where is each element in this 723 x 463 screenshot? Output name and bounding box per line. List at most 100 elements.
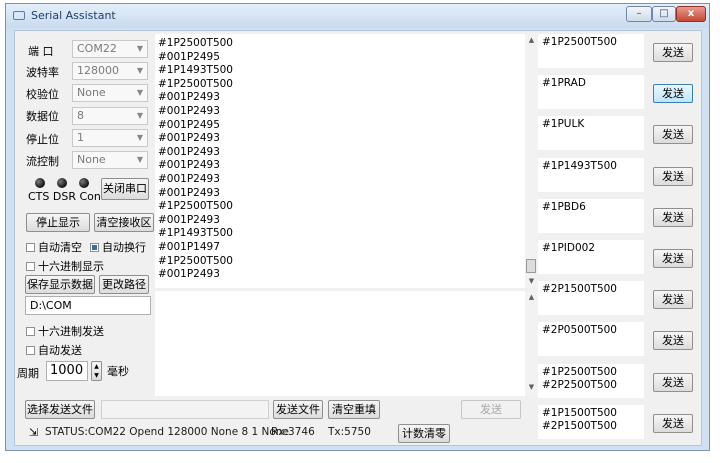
stopbits-select[interactable]: 1 ▼ <box>72 129 148 147</box>
count-reset-button[interactable]: 计数清零 <box>398 424 450 443</box>
command-field[interactable]: #1P2500T500 #2P2500T500 <box>538 363 644 398</box>
command-send-button[interactable]: 发送 <box>653 166 693 186</box>
scroll-thumb[interactable] <box>526 259 536 273</box>
status-text: STATUS:COM22 Opend 128000 None 8 1 None <box>45 426 289 438</box>
stop-display-button[interactable]: 停止显示 <box>26 213 90 232</box>
command-field[interactable]: #1P2500T500 <box>538 34 644 68</box>
command-send-button[interactable]: 发送 <box>653 207 693 227</box>
send-button[interactable]: 发送 <box>461 400 521 419</box>
receive-line: #1P1493T500 <box>158 64 233 77</box>
command-send-button[interactable]: 发送 <box>653 413 693 433</box>
command-field[interactable]: #1PULK <box>538 116 644 151</box>
command-send-button[interactable]: 发送 <box>653 43 693 62</box>
plug-icon: ⇲ <box>29 426 39 439</box>
receive-line: #001P2493 <box>158 132 220 145</box>
flow-label: 流控制 <box>26 155 59 168</box>
send-scrollbar[interactable]: ▲ ▼ <box>525 291 538 396</box>
parity-value: None <box>77 86 106 99</box>
command-field[interactable]: #2P1500T500 <box>538 281 644 316</box>
chevron-down-icon: ▼ <box>136 66 143 75</box>
clear-resend-button[interactable]: 清空重填 <box>328 400 380 419</box>
receive-line: #001P1497 <box>158 240 220 253</box>
receive-line: #001P2495 <box>158 50 220 63</box>
receive-area[interactable]: #1P2500T500 #001P2495 #1P1493T500 #1P2500T5… <box>155 34 538 288</box>
conn-led-icon <box>79 178 89 188</box>
baud-label: 波特率 <box>26 66 59 79</box>
scroll-down-icon[interactable]: ▼ <box>525 277 538 285</box>
command-field[interactable]: #1PBD6 <box>538 198 644 233</box>
command-field[interactable]: #1PID002 <box>538 240 644 274</box>
command-send-button[interactable]: 发送 <box>653 249 693 268</box>
clear-receive-button[interactable]: 清空接收区 <box>94 213 154 232</box>
databits-select[interactable]: 8 ▼ <box>72 107 148 125</box>
chevron-down-icon: ▼ <box>136 133 143 142</box>
baud-value: 128000 <box>77 64 119 77</box>
minimize-icon[interactable]: – <box>626 6 652 22</box>
auto-wrap-label: 自动换行 <box>102 241 146 254</box>
hex-send-checkbox[interactable]: 十六进制发送 <box>26 323 104 339</box>
period-label: 周期 <box>17 367 39 380</box>
scroll-up-icon[interactable]: ▲ <box>525 36 538 44</box>
databits-label: 数据位 <box>26 110 59 123</box>
title-bar[interactable]: Serial Assistant – □ x <box>6 4 709 28</box>
hex-send-label: 十六进制发送 <box>38 325 104 338</box>
baud-select[interactable]: 128000 ▼ <box>72 62 148 80</box>
scroll-up-icon[interactable]: ▲ <box>525 293 538 301</box>
receive-scrollbar[interactable]: ▲ ▼ <box>525 34 538 288</box>
auto-wrap-checkbox[interactable]: 自动换行 <box>90 239 146 255</box>
checkbox-icon <box>26 243 35 252</box>
chevron-down-icon: ▼ <box>136 44 143 53</box>
parity-label: 校验位 <box>26 88 59 101</box>
file-path-field[interactable] <box>101 400 269 419</box>
close-port-button[interactable]: 关闭串口 <box>101 178 149 200</box>
command-field[interactable]: #1P1493T500 <box>538 157 644 192</box>
period-spinner-icon[interactable]: ▲ ▼ <box>91 361 102 381</box>
flow-select[interactable]: None ▼ <box>72 151 148 169</box>
receive-line: #001P2495 <box>158 118 220 131</box>
command-send-button[interactable]: 发送 <box>653 125 693 145</box>
app-icon <box>13 11 25 20</box>
indicator-labels: CTS DSR Conn <box>28 190 108 203</box>
auto-send-label: 自动发送 <box>38 344 82 357</box>
select-file-button[interactable]: 选择发送文件 <box>25 400 95 419</box>
scroll-down-icon[interactable]: ▼ <box>525 383 538 391</box>
receive-line: #001P2493 <box>158 213 220 226</box>
command-send-button[interactable]: 发送 <box>653 290 693 310</box>
command-field[interactable]: #1PRAD <box>538 75 644 110</box>
close-icon[interactable]: x <box>676 6 706 22</box>
save-data-button[interactable]: 保存显示数据 <box>25 275 95 294</box>
checkbox-icon <box>26 327 35 336</box>
databits-value: 8 <box>77 109 84 122</box>
command-field[interactable]: #1P1500T500 #2P1500T500 <box>538 404 644 439</box>
rx-count: Rx:3746 <box>271 426 315 438</box>
send-file-button[interactable]: 发送文件 <box>273 400 323 419</box>
maximize-icon[interactable]: □ <box>652 6 676 22</box>
command-send-button[interactable]: 发送 <box>653 84 693 104</box>
command-send-button[interactable]: 发送 <box>653 331 693 351</box>
period-input[interactable]: 1000 <box>46 361 88 381</box>
period-unit: 毫秒 <box>107 365 129 378</box>
chevron-down-icon: ▼ <box>136 155 143 164</box>
auto-clear-label: 自动清空 <box>38 241 82 254</box>
port-select[interactable]: COM22 ▼ <box>72 40 148 58</box>
hex-display-checkbox[interactable]: 十六进制显示 <box>26 258 104 274</box>
checkbox-checked-icon <box>90 243 99 252</box>
command-send-button[interactable]: 发送 <box>653 372 693 392</box>
app-window: Serial Assistant – □ x 端 口 COM22 ▼ 波特率 12… <box>5 3 710 451</box>
receive-line: #001P2493 <box>158 104 220 117</box>
receive-line: #001P2493 <box>158 172 220 185</box>
send-area[interactable] <box>155 291 525 396</box>
checkbox-icon <box>26 346 35 355</box>
chevron-down-icon: ▼ <box>136 88 143 97</box>
stopbits-value: 1 <box>77 131 84 144</box>
auto-send-checkbox[interactable]: 自动发送 <box>26 342 82 358</box>
change-path-button[interactable]: 更改路径 <box>99 275 149 294</box>
parity-select[interactable]: None ▼ <box>72 84 148 102</box>
receive-line: #1P1493T500 <box>158 227 233 240</box>
receive-line: #1P2500T500 <box>158 200 233 213</box>
auto-clear-checkbox[interactable]: 自动清空 <box>26 239 82 255</box>
receive-line: #1P2500T500 <box>158 37 233 49</box>
command-field[interactable]: #2P0500T500 <box>538 322 644 357</box>
path-field[interactable]: D:\COM <box>25 296 151 315</box>
stopbits-label: 停止位 <box>26 133 59 146</box>
